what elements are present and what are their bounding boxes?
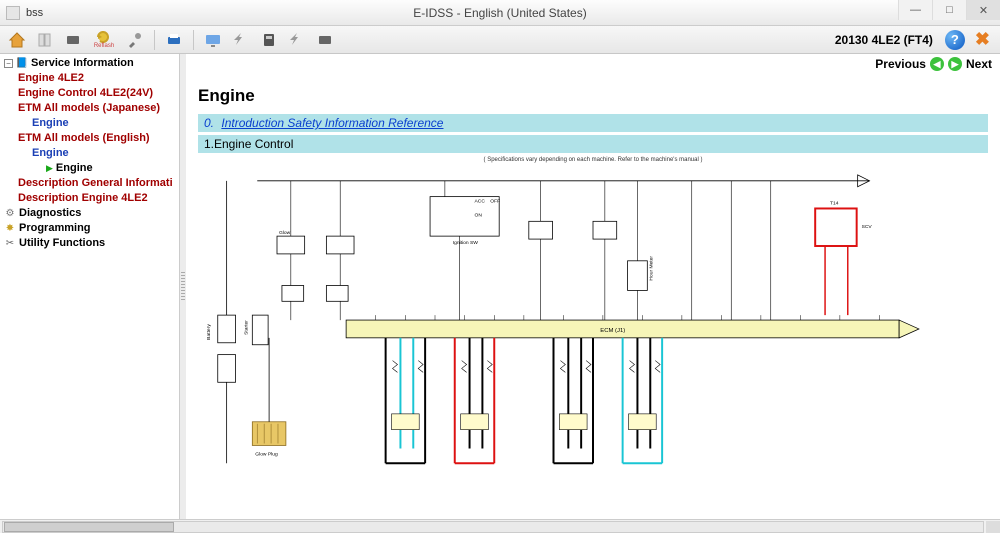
svg-text:Battery: Battery <box>206 324 212 340</box>
book-icon: 📘 <box>16 58 28 70</box>
print-icon <box>165 31 183 49</box>
svg-text:ACC: ACC <box>475 199 486 205</box>
device-button[interactable] <box>258 29 280 51</box>
home-icon <box>8 31 26 49</box>
resize-grip[interactable] <box>986 521 1000 533</box>
section-1: 1.Engine Control <box>198 135 988 153</box>
content-body: Engine 0. Introduction Safety Informatio… <box>186 74 1000 519</box>
wiring-diagram: Battery Starter Glow ACC OFF <box>198 165 988 485</box>
splitter-grip <box>181 272 185 302</box>
app-small-label: bss <box>26 7 43 19</box>
reflash-icon <box>96 31 112 43</box>
prev-button[interactable]: ◀ <box>930 57 944 71</box>
signal-button[interactable] <box>230 29 252 51</box>
signal2-button[interactable] <box>286 29 308 51</box>
reflash-button[interactable]: Reflash <box>90 29 118 51</box>
main-toolbar: Reflash 20130 4LE2 (FT4) ? ✖ <box>0 26 1000 54</box>
spec-note: ( Specifications vary depending on each … <box>198 157 988 163</box>
tree-engine-leaf[interactable]: ▶ Engine <box>4 161 179 176</box>
tree-programming[interactable]: ✸ Programming <box>4 221 179 236</box>
wiring-diagram-svg: Battery Starter Glow ACC OFF <box>198 165 988 485</box>
svg-text:Starter: Starter <box>243 320 249 335</box>
content-nav: Previous ◀ ▶ Next <box>186 54 1000 74</box>
spark-icon: ✸ <box>4 223 16 235</box>
help-button[interactable]: ? <box>945 30 965 50</box>
tree-engine-control-4le2-24v[interactable]: Engine Control 4LE2(24V) <box>4 86 179 101</box>
signal2-icon <box>288 31 306 49</box>
status-bar <box>0 519 1000 533</box>
svg-text:Glow: Glow <box>279 230 291 236</box>
tools-button[interactable] <box>124 29 146 51</box>
sidebar: − 📘 Service Information Engine 4LE2 Engi… <box>0 54 180 519</box>
svg-text:ECM (J1): ECM (J1) <box>600 328 625 334</box>
svg-text:T14: T14 <box>830 201 839 207</box>
maximize-button[interactable]: □ <box>932 0 966 20</box>
close-window-button[interactable]: ✕ <box>966 0 1000 20</box>
book-icon <box>36 31 54 49</box>
scrollbar-thumb[interactable] <box>4 522 174 532</box>
device-icon <box>260 31 278 49</box>
collapse-icon[interactable]: − <box>4 59 13 68</box>
tree-diagnostics[interactable]: ⚙ Diagnostics <box>4 206 179 221</box>
exit-button[interactable]: ✖ <box>971 29 994 50</box>
title-bar: bss E-IDSS - English (United States) — □… <box>0 0 1000 26</box>
svg-text:ON: ON <box>475 212 483 218</box>
tree-engine-jp[interactable]: Engine <box>4 116 179 131</box>
toolbar-separator-2 <box>193 30 194 50</box>
app-icon <box>6 6 20 20</box>
tree-utility[interactable]: ✂ Utility Functions <box>4 236 179 251</box>
nav-tree: − 📘 Service Information Engine 4LE2 Engi… <box>0 54 179 253</box>
minimize-button[interactable]: — <box>898 0 932 20</box>
main-area: − 📘 Service Information Engine 4LE2 Engi… <box>0 54 1000 519</box>
tree-etm-japanese[interactable]: ETM All models (Japanese) <box>4 101 179 116</box>
ecu-button[interactable] <box>314 29 336 51</box>
print-button[interactable] <box>163 29 185 51</box>
svg-text:OFF: OFF <box>490 199 500 205</box>
section-0: 0. Introduction Safety Information Refer… <box>198 114 988 132</box>
toolbar-separator <box>154 30 155 50</box>
window-title: E-IDSS - English (United States) <box>413 6 586 20</box>
svg-text:Glow Plug: Glow Plug <box>255 451 278 457</box>
play-icon: ▶ <box>46 162 53 175</box>
signal-icon <box>232 31 250 49</box>
monitor-button[interactable] <box>202 29 224 51</box>
gear-icon: ⚙ <box>4 208 16 220</box>
tree-desc-general[interactable]: Description General Informati <box>4 176 179 191</box>
tree-desc-engine-4le2[interactable]: Description Engine 4LE2 <box>4 191 179 206</box>
engine-button[interactable] <box>62 29 84 51</box>
wrench-icon: ✂ <box>4 238 16 250</box>
ecu-icon <box>316 31 334 49</box>
content-pane: Previous ◀ ▶ Next Engine 0. Introduction… <box>186 54 1000 519</box>
page-title: Engine <box>198 86 988 106</box>
section-0-link[interactable]: Introduction Safety Information Referenc… <box>221 116 443 130</box>
tree-service-information[interactable]: − 📘 Service Information <box>4 56 179 71</box>
tree-etm-english[interactable]: ETM All models (English) <box>4 131 179 146</box>
svg-text:Ignition SW: Ignition SW <box>453 240 479 246</box>
engine-icon <box>64 31 82 49</box>
book-button[interactable] <box>34 29 56 51</box>
monitor-icon <box>204 31 222 49</box>
reflash-label: Reflash <box>94 43 114 49</box>
tools-icon <box>126 31 144 49</box>
prev-label[interactable]: Previous <box>875 57 926 71</box>
tree-engine-4le2[interactable]: Engine 4LE2 <box>4 71 179 86</box>
svg-text:SCV: SCV <box>862 224 873 230</box>
section-1-label: 1.Engine Control <box>204 137 293 151</box>
section-0-num: 0. <box>204 116 214 130</box>
next-button[interactable]: ▶ <box>948 57 962 71</box>
svg-text:Hour Meter: Hour Meter <box>648 256 654 281</box>
vehicle-label: 20130 4LE2 (FT4) <box>835 33 933 47</box>
home-button[interactable] <box>6 29 28 51</box>
horizontal-scrollbar[interactable] <box>2 521 984 533</box>
tree-engine-en[interactable]: Engine <box>4 146 179 161</box>
next-label[interactable]: Next <box>966 57 992 71</box>
